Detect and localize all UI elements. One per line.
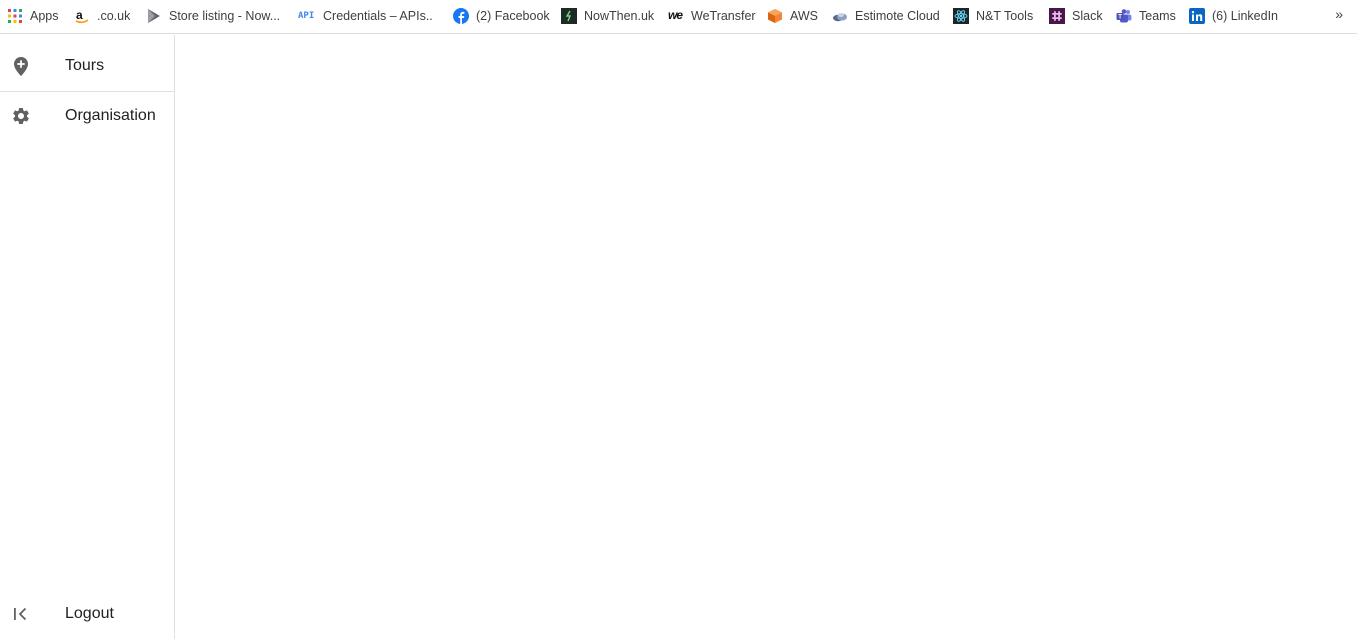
- bookmarks-overflow-button[interactable]: »: [1335, 6, 1343, 22]
- react-icon: [953, 8, 969, 24]
- bookmark-label: (2) Facebook: [476, 9, 550, 23]
- bookmark-label: Credentials – APIs...: [323, 9, 433, 23]
- teams-icon: T: [1116, 8, 1132, 24]
- main-content: [175, 35, 1357, 639]
- sidebar: Tours Organisation Logout: [0, 35, 175, 639]
- sidebar-item-tours[interactable]: Tours: [0, 42, 174, 90]
- api-icon: API: [298, 8, 316, 24]
- bookmark-linkedin[interactable]: (6) LinkedIn: [1189, 6, 1278, 26]
- slack-icon: [1049, 8, 1065, 24]
- svg-text:T: T: [1118, 15, 1122, 21]
- api-badge: API: [298, 11, 315, 21]
- bookmarks-bar: Apps a .co.uk Store listing - Now... API…: [0, 0, 1357, 34]
- bookmark-label: N&T Tools: [976, 9, 1034, 23]
- bookmark-wetransfer[interactable]: we WeTransfer: [668, 6, 756, 26]
- amazon-icon: a: [74, 8, 90, 24]
- bookmark-label: NowThen.uk: [584, 9, 655, 23]
- we-badge: we: [668, 8, 683, 22]
- map-pin-add-icon: [11, 56, 31, 76]
- play-store-icon: [146, 8, 162, 24]
- bookmark-facebook[interactable]: (2) Facebook: [453, 6, 550, 26]
- bookmark-label: .co.uk: [97, 9, 131, 23]
- bookmark-estimote[interactable]: Estimote Cloud: [832, 6, 940, 26]
- bookmark-store-listing[interactable]: Store listing - Now...: [146, 6, 279, 26]
- bookmark-credentials[interactable]: API Credentials – APIs...: [298, 6, 433, 26]
- bookmark-amazon[interactable]: a .co.uk: [74, 6, 130, 26]
- nowthen-icon: [561, 8, 577, 24]
- bookmark-label: (6) LinkedIn: [1212, 9, 1279, 23]
- bookmark-label: Estimote Cloud: [855, 9, 940, 23]
- sidebar-item-logout[interactable]: Logout: [0, 590, 174, 638]
- bookmark-nt-tools[interactable]: N&T Tools: [953, 6, 1033, 26]
- bookmark-apps[interactable]: Apps: [7, 6, 59, 26]
- gear-icon: [11, 106, 31, 126]
- bookmark-teams[interactable]: T Teams: [1116, 6, 1176, 26]
- facebook-icon: [453, 8, 469, 24]
- bookmark-label: Teams: [1139, 9, 1176, 23]
- sidebar-item-label: Logout: [65, 605, 114, 622]
- bookmark-aws[interactable]: AWS: [767, 6, 818, 26]
- bookmark-label: AWS: [790, 9, 819, 23]
- estimote-icon: [832, 8, 848, 24]
- apps-grid-icon: [7, 8, 23, 24]
- bookmark-slack[interactable]: Slack: [1049, 6, 1103, 26]
- sidebar-item-label: Tours: [65, 57, 105, 74]
- svg-text:a: a: [76, 8, 83, 22]
- bookmark-label: Slack: [1072, 9, 1103, 23]
- collapse-left-icon: [11, 604, 31, 624]
- linkedin-icon: [1189, 8, 1205, 24]
- sidebar-item-organisation[interactable]: Organisation: [0, 92, 174, 140]
- bookmark-label: Store listing - Now...: [169, 9, 279, 23]
- wetransfer-icon: we: [668, 8, 684, 24]
- bookmark-nowthen[interactable]: NowThen.uk: [561, 6, 654, 26]
- bookmark-label: Apps: [30, 9, 59, 23]
- aws-icon: [767, 8, 783, 24]
- bookmark-label: WeTransfer: [691, 9, 756, 23]
- sidebar-item-label: Organisation: [65, 107, 156, 124]
